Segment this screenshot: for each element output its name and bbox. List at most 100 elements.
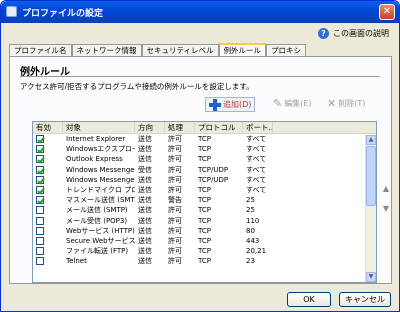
enabled-checkbox[interactable] — [36, 247, 44, 256]
table-row[interactable]: Windows Messenger (受...受信 許可 TCP/UDP すべて — [33, 165, 376, 175]
enabled-checkbox[interactable] — [36, 257, 44, 266]
table-row[interactable]: マスメール送信 (SMTP) 送信 警告 TCP 25 — [33, 195, 376, 205]
cell-action: 許可 — [168, 247, 182, 256]
table-row[interactable]: Windows Messenger (送...送信 許可 TCP/UDP すべて — [33, 175, 376, 185]
add-button-label: 追加(D) — [223, 100, 252, 109]
table-row[interactable]: Windowsエクスプローラ送信 許可 TCP すべて — [33, 144, 376, 154]
move-up-arrow-icon[interactable]: ▲ — [382, 185, 390, 193]
table-row[interactable]: トレンドマイクロ プロキシモジ...送信 許可 TCP すべて — [33, 185, 376, 195]
cell-port: すべて — [246, 165, 267, 174]
cell-target: Outlook Express — [66, 155, 123, 164]
cell-direction: 送信 — [138, 175, 152, 184]
table-row[interactable]: Secure Webサービス (HTT...送信 許可 TCP 443 — [33, 236, 376, 246]
col-protocol[interactable]: プロトコル — [195, 122, 243, 133]
cell-target: マスメール送信 (SMTP) — [66, 196, 135, 205]
add-button[interactable]: 追加(D) — [205, 97, 256, 112]
close-icon: ✕ — [382, 6, 392, 17]
cell-direction: 送信 — [138, 216, 152, 225]
col-action[interactable]: 処理 — [165, 122, 195, 133]
cell-direction: 送信 — [138, 155, 152, 164]
cell-port: 110 — [246, 216, 260, 225]
table-row[interactable]: メール受信 (POP3) 送信 許可 TCP 110 — [33, 216, 376, 226]
cell-protocol: TCP — [198, 185, 211, 194]
help-icon: ? — [318, 27, 329, 39]
delete-button[interactable]: ✕ 削除(T) — [327, 98, 365, 109]
cell-action: 許可 — [168, 145, 182, 154]
col-target[interactable]: 対象 — [63, 122, 135, 133]
enabled-checkbox-cell — [33, 236, 63, 246]
cell-protocol: TCP — [198, 236, 211, 245]
enabled-checkbox[interactable] — [36, 216, 44, 225]
section-description: アクセス許可/拒否するプログラムや接続の例外ルールを設定します。 — [20, 82, 254, 91]
cell-protocol: TCP — [198, 145, 211, 154]
enabled-checkbox[interactable] — [36, 196, 44, 205]
table-row[interactable]: Telnet 送信 許可 TCP 23 — [33, 256, 376, 266]
enabled-checkbox[interactable] — [36, 236, 44, 245]
cell-action: 許可 — [168, 185, 182, 194]
enabled-checkbox-cell — [33, 185, 63, 195]
enabled-checkbox[interactable] — [36, 206, 44, 215]
enabled-checkbox-cell — [33, 134, 63, 144]
col-port[interactable]: ポート... — [243, 122, 273, 133]
cell-target: Windowsエクスプローラ — [66, 145, 135, 154]
enabled-checkbox-cell — [33, 165, 63, 175]
cell-protocol: TCP/UDP — [198, 165, 229, 174]
cell-action: 許可 — [168, 226, 182, 235]
list-header: 有効 対象 方向 処理 プロトコル ポート... — [33, 122, 376, 134]
close-button[interactable]: ✕ — [379, 4, 395, 20]
enabled-checkbox[interactable] — [36, 145, 44, 154]
help-link[interactable]: ? この画面の説明 — [318, 27, 389, 39]
scroll-thumb[interactable] — [366, 146, 376, 206]
edit-button-label: 編集(E) — [284, 99, 312, 108]
col-direction[interactable]: 方向 — [135, 122, 165, 133]
enabled-checkbox[interactable] — [36, 165, 44, 174]
tab-exception-rules[interactable]: 例外ルール — [218, 43, 267, 57]
col-enabled[interactable]: 有効 — [33, 122, 63, 133]
window-title: プロファイルの設定 — [22, 9, 104, 19]
cell-protocol: TCP — [198, 206, 211, 215]
cell-port: 80 — [246, 226, 255, 235]
cell-port: すべて — [246, 135, 267, 143]
cell-target: Telnet — [66, 257, 87, 266]
list-body: Internet Explorer送信許可TCPすべてWindowsエクスプロー… — [33, 134, 376, 266]
ok-button[interactable]: OK — [287, 292, 331, 307]
cell-target: Webサービス (HTTP) — [66, 226, 135, 235]
cell-target: ファイル転送 (FTP) — [66, 247, 129, 256]
cell-direction: 送信 — [138, 247, 152, 256]
cell-protocol: TCP — [198, 257, 211, 266]
enabled-checkbox-cell — [33, 246, 63, 256]
scroll-up-arrow-icon[interactable]: ▲ — [366, 135, 376, 145]
enabled-checkbox-cell — [33, 144, 63, 154]
edit-button[interactable]: ✎ 編集(E) — [273, 98, 312, 109]
table-row[interactable]: Webサービス (HTTP) 送信 許可 TCP 80 — [33, 226, 376, 236]
table-row[interactable]: メール送信 (SMTP) 送信 許可 TCP 25 — [33, 205, 376, 215]
enabled-checkbox[interactable] — [36, 155, 44, 164]
cancel-button[interactable]: キャンセル — [339, 292, 391, 307]
enabled-checkbox[interactable] — [36, 185, 44, 194]
table-row[interactable]: Internet Explorer 送信 許可 TCP すべて — [33, 134, 376, 144]
cell-protocol: TCP — [198, 135, 211, 143]
cell-direction: 送信 — [138, 135, 152, 143]
table-row[interactable]: Outlook Express 送信 許可 TCP すべて — [33, 154, 376, 164]
cell-target: Windows Messenger (受... — [66, 165, 135, 174]
delete-button-label: 削除(T) — [338, 99, 366, 108]
cell-direction: 送信 — [138, 206, 152, 215]
cell-protocol: TCP — [198, 155, 211, 164]
cell-port: すべて — [246, 185, 267, 194]
vertical-scrollbar[interactable]: ▲ ▼ — [365, 135, 376, 282]
cell-direction: 送信 — [138, 185, 152, 194]
cell-port: すべて — [246, 175, 267, 184]
cell-port: 23 — [246, 257, 255, 266]
cell-action: 警告 — [168, 196, 182, 205]
enabled-checkbox[interactable] — [36, 175, 44, 184]
exception-rules-panel: 例外ルール アクセス許可/拒否するプログラムや接続の例外ルールを設定します。 追… — [9, 56, 392, 284]
window-icon — [6, 6, 17, 17]
scroll-down-arrow-icon[interactable]: ▼ — [366, 272, 376, 282]
table-row[interactable]: ファイル転送 (FTP) 送信 許可 TCP 20,21 — [33, 246, 376, 256]
enabled-checkbox[interactable] — [36, 226, 44, 235]
cell-port: 25 — [246, 206, 255, 215]
enabled-checkbox[interactable] — [36, 135, 44, 143]
rules-list[interactable]: 有効 対象 方向 処理 プロトコル ポート... Internet Explor… — [32, 121, 377, 283]
move-down-arrow-icon[interactable]: ▼ — [382, 205, 390, 213]
enabled-checkbox-cell — [33, 205, 63, 215]
